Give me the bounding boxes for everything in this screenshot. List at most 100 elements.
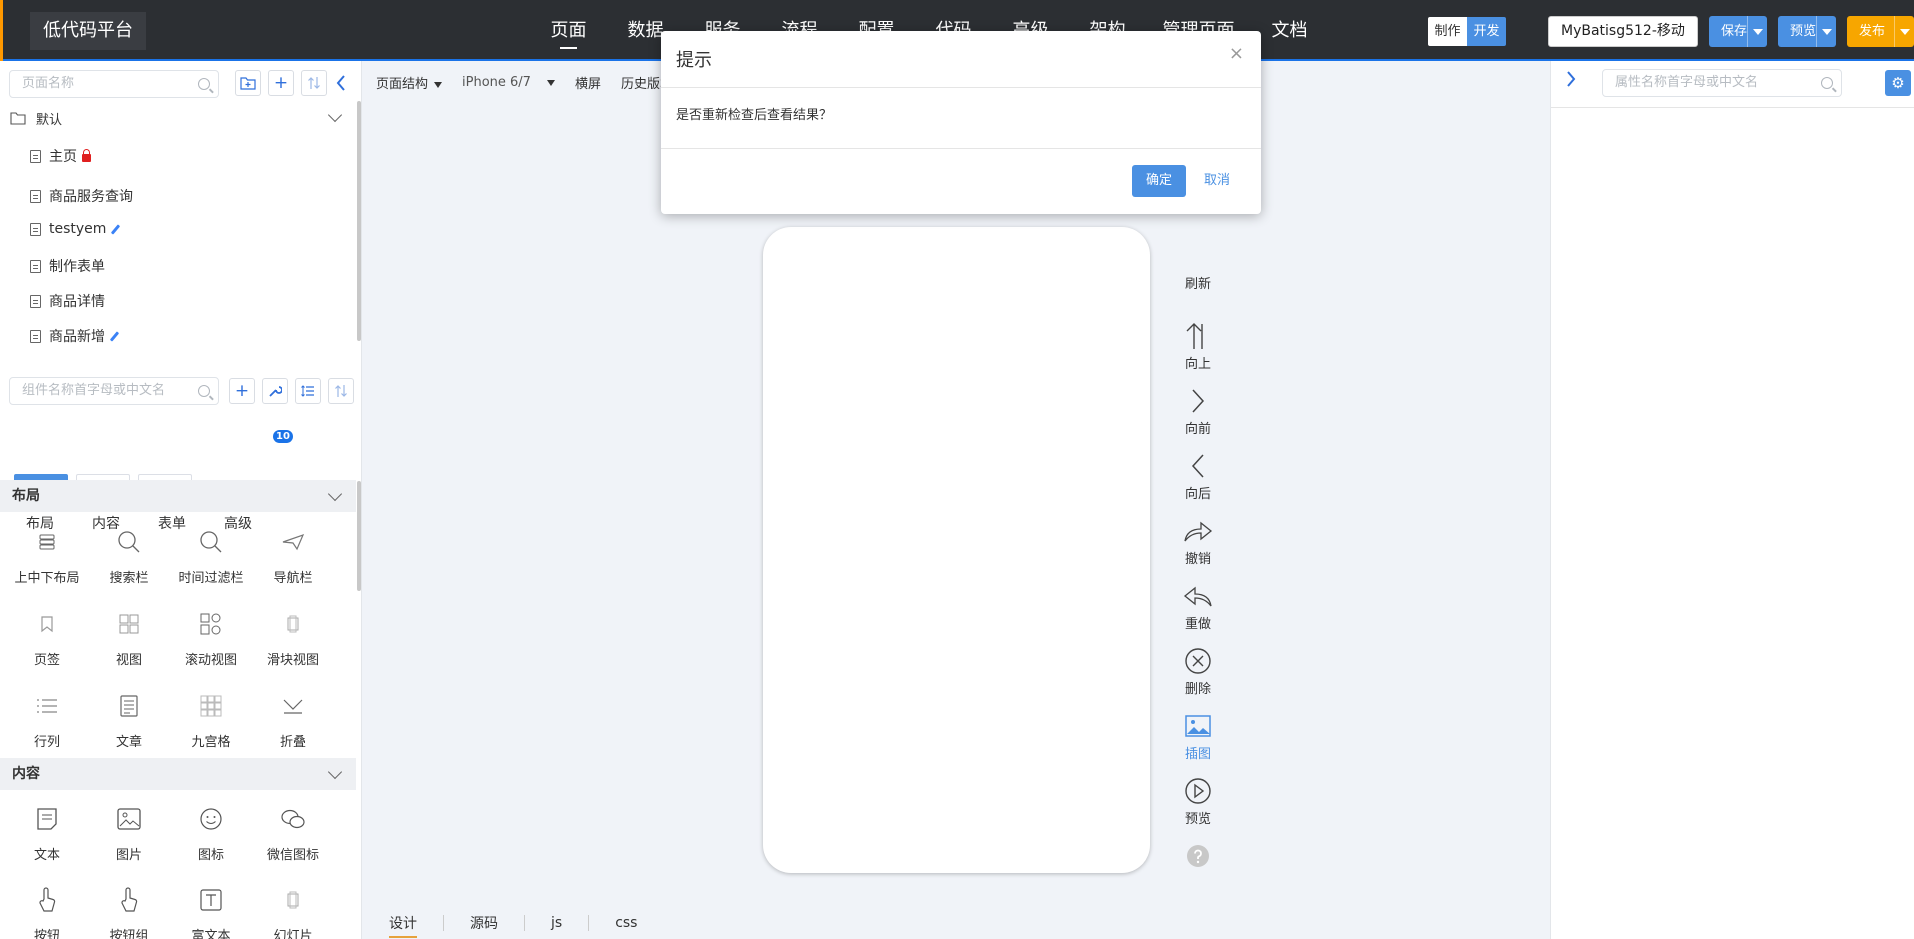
pencil-icon[interactable] bbox=[109, 330, 120, 342]
phone-preview-frame[interactable] bbox=[763, 227, 1150, 873]
page-structure-dropdown[interactable]: 页面结构 bbox=[376, 73, 443, 92]
save-button[interactable]: 保存 bbox=[1709, 16, 1767, 47]
collapse-left-button[interactable] bbox=[335, 74, 347, 96]
page-tree-scrollbar[interactable] bbox=[357, 101, 361, 341]
mode-dev-button[interactable]: 开发 bbox=[1467, 17, 1506, 46]
component-search-placeholder: 组件名称首字母或中文名 bbox=[22, 383, 166, 398]
page-search-input[interactable]: 页面名称 bbox=[9, 70, 219, 98]
component-row-col[interactable]: 行列 bbox=[6, 689, 88, 750]
move-up-tool[interactable]: 向上 bbox=[1163, 321, 1233, 372]
component-icon[interactable]: 图标 bbox=[170, 802, 252, 863]
property-search-input[interactable]: 属性名称首字母或中文名 bbox=[1602, 69, 1842, 97]
page-item-label: 商品服务查询 bbox=[49, 189, 133, 205]
close-circle-icon bbox=[1163, 646, 1233, 676]
backward-tool[interactable]: 向后 bbox=[1163, 451, 1233, 502]
undo-tool[interactable]: 撤销 bbox=[1163, 516, 1233, 567]
text-doc-icon bbox=[6, 802, 88, 836]
preview-tool[interactable]: 预览 bbox=[1163, 776, 1233, 827]
component-label: 幻灯片 bbox=[273, 929, 313, 939]
list-order-button[interactable] bbox=[295, 378, 321, 404]
shapes-icon bbox=[170, 607, 252, 641]
landscape-toggle[interactable]: 横屏 bbox=[575, 73, 601, 92]
component-time-filter[interactable]: 时间过滤栏 bbox=[170, 525, 252, 586]
settings-button[interactable]: ⚙ bbox=[1885, 70, 1911, 96]
component-search-input[interactable]: 组件名称首字母或中文名 bbox=[9, 377, 219, 405]
collapse-right-button[interactable] bbox=[1565, 70, 1577, 92]
preview-dropdown-arrow[interactable] bbox=[1816, 16, 1836, 47]
chevron-down-icon bbox=[327, 107, 343, 123]
sort-components-button[interactable] bbox=[328, 378, 354, 404]
forward-tool[interactable]: 向前 bbox=[1163, 386, 1233, 437]
tab-design[interactable]: 设计 bbox=[389, 913, 417, 938]
component-search-bar[interactable]: 搜索栏 bbox=[88, 525, 170, 586]
refresh-tool[interactable]: 刷新 bbox=[1163, 241, 1233, 292]
publish-button[interactable]: 发布 bbox=[1847, 16, 1914, 47]
grid-view-icon bbox=[88, 607, 170, 641]
component-slideshow[interactable]: 幻灯片 bbox=[252, 883, 334, 939]
caret-down-icon bbox=[546, 79, 555, 86]
component-list-scrollbar[interactable] bbox=[357, 481, 361, 591]
page-item-home[interactable]: 主页 bbox=[30, 146, 91, 166]
page-item[interactable]: 商品详情 bbox=[30, 291, 105, 311]
confirm-button[interactable]: 确定 bbox=[1132, 165, 1186, 197]
dialog-divider bbox=[661, 87, 1261, 88]
nav-docs[interactable]: 文档 bbox=[1251, 0, 1328, 61]
component-tabs-page[interactable]: 页签 bbox=[6, 607, 88, 668]
component-rich-text[interactable]: 富文本 bbox=[170, 883, 252, 939]
publish-dropdown-arrow[interactable] bbox=[1894, 16, 1914, 47]
search-icon bbox=[198, 385, 210, 397]
component-collapse[interactable]: 折叠 bbox=[252, 689, 334, 750]
component-view[interactable]: 视图 bbox=[88, 607, 170, 668]
page-item[interactable]: 商品服务查询 bbox=[30, 186, 133, 206]
add-page-button[interactable]: + bbox=[268, 70, 294, 96]
device-select[interactable]: iPhone 6/7 bbox=[462, 75, 555, 90]
page-item[interactable]: testyem bbox=[30, 221, 121, 237]
insert-image-tool[interactable]: 插图 bbox=[1163, 711, 1233, 762]
delete-tool[interactable]: 删除 bbox=[1163, 646, 1233, 697]
component-article[interactable]: 文章 bbox=[88, 689, 170, 750]
chevron-right-icon bbox=[1567, 71, 1576, 87]
save-dropdown-arrow[interactable] bbox=[1747, 16, 1767, 47]
tab-css[interactable]: css bbox=[615, 915, 637, 931]
project-select[interactable]: MyBatisg512-移动 bbox=[1548, 16, 1698, 47]
preview-button[interactable]: 预览 bbox=[1778, 16, 1836, 47]
file-icon bbox=[30, 149, 41, 163]
section-content-header[interactable]: 内容 bbox=[0, 758, 356, 790]
section-layout-header[interactable]: 布局 bbox=[0, 480, 356, 512]
sort-pages-button[interactable] bbox=[301, 70, 327, 96]
component-slider-view[interactable]: 滑块视图 bbox=[252, 607, 334, 668]
page-item-label: testyem bbox=[49, 221, 107, 237]
component-label: 行列 bbox=[33, 735, 60, 750]
page-item[interactable]: 制作表单 bbox=[30, 256, 105, 276]
component-layout-top-mid-bottom[interactable]: 上中下布局 bbox=[6, 525, 88, 586]
component-button[interactable]: 按钮 bbox=[6, 883, 88, 939]
component-scroll-view[interactable]: 滚动视图 bbox=[170, 607, 252, 668]
component-label: 图标 bbox=[197, 848, 224, 863]
tools-button[interactable] bbox=[262, 378, 288, 404]
folder-default[interactable]: 默认 bbox=[10, 106, 352, 130]
redo-tool[interactable]: 重做 bbox=[1163, 581, 1233, 632]
component-text[interactable]: 文本 bbox=[6, 802, 88, 863]
tab-js[interactable]: js bbox=[551, 915, 562, 931]
page-item-label: 制作表单 bbox=[49, 259, 105, 275]
wrench-icon bbox=[269, 386, 283, 397]
page-item[interactable]: 商品新增 bbox=[30, 326, 120, 346]
nav-page[interactable]: 页面 bbox=[530, 0, 607, 61]
component-nine-grid[interactable]: 九宫格 bbox=[170, 689, 252, 750]
page-icon bbox=[30, 222, 41, 236]
article-icon bbox=[88, 689, 170, 723]
tool-label: 删除 bbox=[1184, 682, 1211, 697]
add-component-button[interactable]: + bbox=[229, 378, 255, 404]
component-wechat-icon[interactable]: 微信图标 bbox=[252, 802, 334, 863]
help-tool[interactable] bbox=[1163, 841, 1233, 873]
component-button-group[interactable]: 按钮组 bbox=[88, 883, 170, 939]
close-icon[interactable]: × bbox=[1229, 43, 1244, 64]
component-label: 页签 bbox=[33, 653, 60, 668]
cancel-button[interactable]: 取消 bbox=[1204, 165, 1230, 197]
tab-source[interactable]: 源码 bbox=[470, 913, 498, 933]
pencil-icon[interactable] bbox=[111, 223, 121, 235]
mode-make-button[interactable]: 制作 bbox=[1428, 17, 1467, 46]
component-nav-bar[interactable]: 导航栏 bbox=[252, 525, 334, 586]
add-folder-button[interactable] bbox=[235, 70, 261, 96]
component-image[interactable]: 图片 bbox=[88, 802, 170, 863]
